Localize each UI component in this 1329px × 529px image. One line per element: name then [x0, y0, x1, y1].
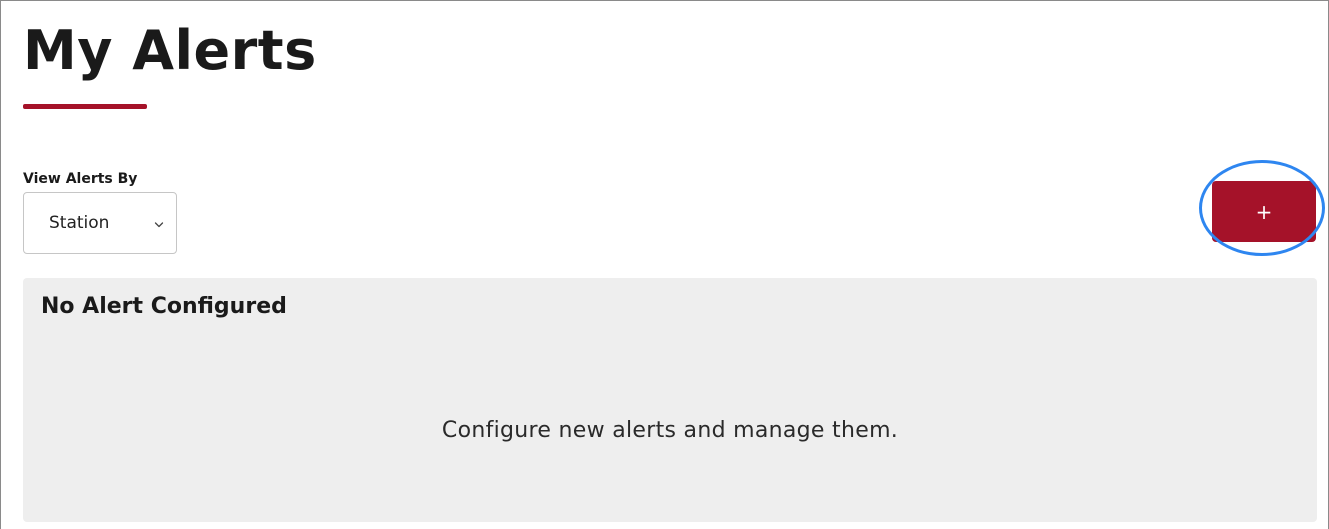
empty-state-panel: No Alert Configured Configure new alerts…: [23, 278, 1317, 522]
view-alerts-by-label: View Alerts By: [23, 171, 138, 187]
title-underline: [23, 104, 147, 109]
page-title: My Alerts: [23, 19, 317, 82]
add-alert-button[interactable]: +: [1212, 181, 1316, 242]
select-value: Station: [49, 213, 110, 233]
app-frame: My Alerts View Alerts By Station + No Al…: [0, 0, 1329, 529]
empty-state-title: No Alert Configured: [41, 294, 287, 319]
plus-icon: +: [1255, 199, 1273, 224]
empty-state-message: Configure new alerts and manage them.: [441, 418, 899, 443]
chevron-down-icon: [154, 217, 164, 228]
view-alerts-by-select[interactable]: Station: [23, 192, 177, 254]
